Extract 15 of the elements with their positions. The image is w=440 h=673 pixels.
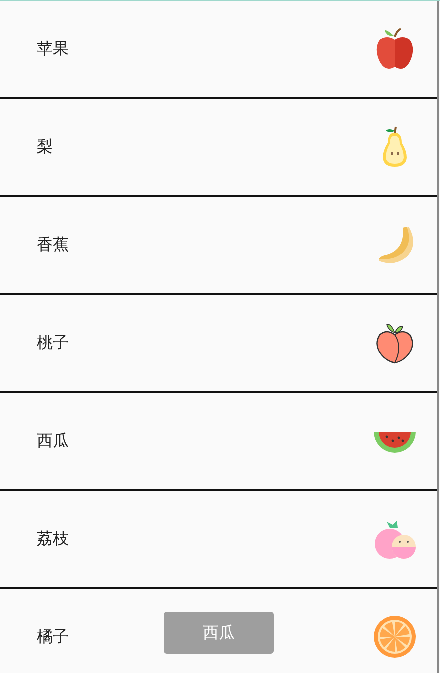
toast-message: 西瓜 [164, 612, 274, 654]
fruit-name: 橘子 [37, 626, 69, 648]
fruit-name: 桃子 [37, 332, 69, 354]
list-item[interactable]: 荔枝 [0, 491, 437, 589]
fruit-name: 香蕉 [37, 234, 69, 256]
fruit-name: 西瓜 [37, 430, 69, 452]
list-item[interactable]: 梨 [0, 99, 437, 197]
fruit-name: 梨 [37, 136, 53, 158]
citrus-slice-icon [373, 615, 417, 659]
list-item[interactable]: 西瓜 [0, 393, 437, 491]
list-item[interactable]: 苹果 [0, 1, 437, 99]
list-item[interactable]: 桃子 [0, 295, 437, 393]
list-item[interactable]: 香蕉 [0, 197, 437, 295]
fruit-name: 荔枝 [37, 528, 69, 550]
fruit-name: 苹果 [37, 38, 69, 60]
